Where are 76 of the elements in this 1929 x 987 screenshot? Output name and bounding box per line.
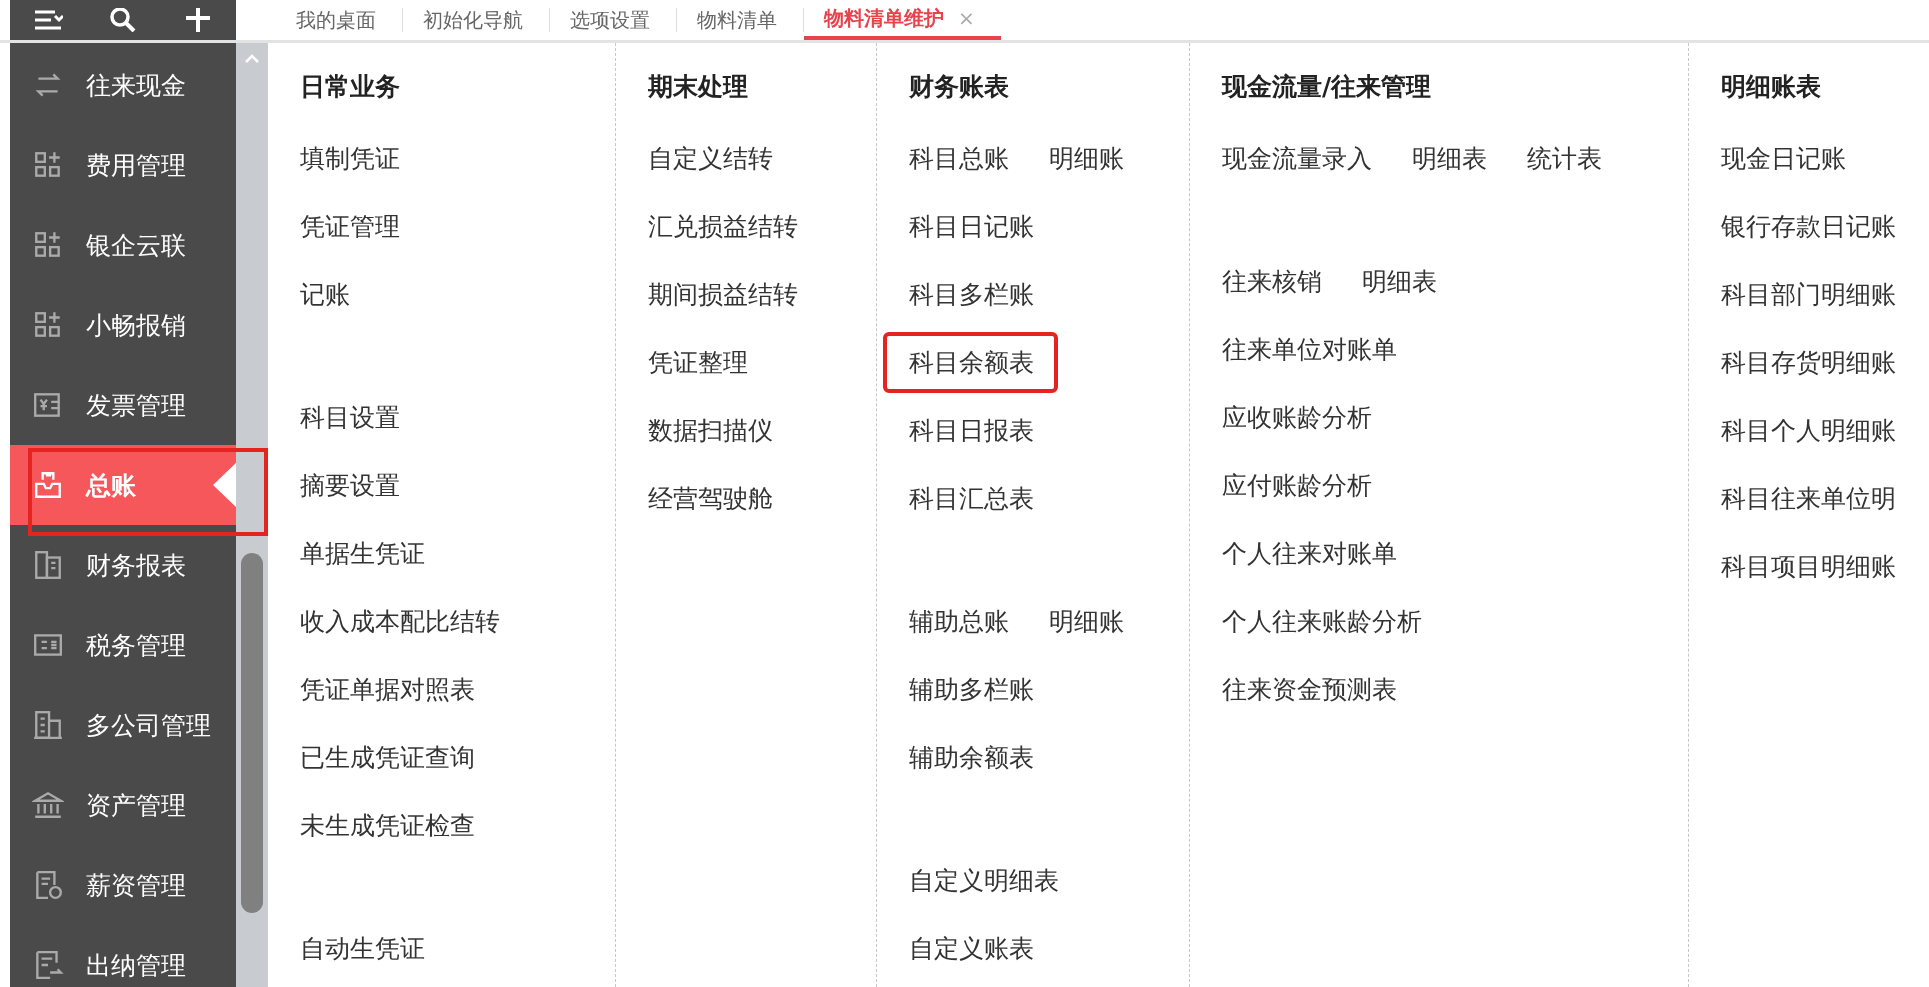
menu-link[interactable]: 数据扫描仪 [648,413,773,447]
sidebar-item[interactable]: 资产管理 [10,765,236,845]
menu-link[interactable]: 记账 [300,277,350,311]
menu-link[interactable]: 填制凭证 [300,141,400,175]
menu-link[interactable]: 自动生凭证 [300,931,425,965]
menu-link[interactable]: 自定义结转 [648,141,773,175]
menu-link[interactable]: 往来核销 [1222,264,1322,298]
menu-link[interactable]: 银行存款日记账 [1721,209,1896,243]
menu-link[interactable]: 凭证整理 [648,345,748,379]
menu-link[interactable]: 已生成凭证查询 [300,740,475,774]
menu-link[interactable]: 科目项目明细账 [1721,549,1896,583]
search-icon[interactable] [108,8,138,32]
sidebar-item[interactable]: 财务报表 [10,525,236,605]
menu-link[interactable]: 辅助多栏账 [909,672,1034,706]
menu-link[interactable]: 科目日报表 [909,413,1034,447]
sidebar-item[interactable]: 薪资管理 [10,845,236,925]
menu-icon[interactable] [32,8,63,32]
sidebar-item[interactable]: 往来现金 [10,45,236,125]
tab[interactable]: 物料清单 [677,0,803,40]
sidebar-item[interactable]: 税务管理 [10,605,236,685]
column-heading: 现金流量/往来管理 [1222,71,1433,103]
menu-link[interactable]: 经营驾驶舱 [648,481,773,515]
menu-link[interactable]: 明细账 [1049,604,1124,638]
sidebar-item[interactable]: 费用管理 [10,125,236,205]
menu-link[interactable]: 明细表 [1412,141,1487,175]
menu-link[interactable]: 往来资金预测表 [1222,672,1397,706]
tab[interactable]: 我的桌面 [276,0,402,40]
menu-link[interactable]: 摘要设置 [300,468,400,502]
menu-link[interactable]: 科目汇总表 [909,481,1034,515]
menu-link[interactable]: 收入成本配比结转 [300,604,500,638]
scrollbar-thumb[interactable] [241,553,263,913]
column-heading: 明细账表 [1721,71,1822,103]
menu-link[interactable]: 科目个人明细账 [1721,413,1896,447]
menu-link[interactable]: 应收账龄分析 [1222,400,1372,434]
menu-link[interactable]: 凭证单据对照表 [300,672,475,706]
sidebar-item[interactable]: 小畅报销 [10,285,236,365]
menu-link[interactable]: 统计表 [1527,141,1602,175]
column-heading: 期末处理 [648,71,749,103]
tray-icon [32,469,64,501]
menu-link[interactable]: 科目总账 [909,141,1009,175]
scrollbar[interactable] [236,43,268,987]
menu-link[interactable]: 科目多栏账 [909,277,1034,311]
tab[interactable]: 物料清单维护 × [804,0,1001,40]
sidebar-item[interactable]: 多公司管理 [10,685,236,765]
menu-link[interactable]: 自定义明细表 [909,863,1059,897]
column-heading: 日常业务 [300,71,401,103]
tab[interactable]: 初始化导航 [403,0,549,40]
bank-icon [32,789,64,821]
menu-link[interactable]: 明细表 [1362,264,1437,298]
building-icon [32,709,64,741]
menu-link[interactable]: 科目部门明细账 [1721,277,1896,311]
menu-link[interactable]: 辅助余额表 [909,740,1034,774]
menu-link[interactable]: 科目设置 [300,400,400,434]
menu-link[interactable]: 应付账龄分析 [1222,468,1372,502]
menu-link[interactable]: 凭证管理 [300,209,400,243]
menu-link[interactable]: 未生成凭证检查 [300,808,475,842]
sidebar-item[interactable]: 发票管理 [10,365,236,445]
sidebar-item[interactable]: 出纳管理 [10,925,236,987]
menu-link[interactable]: 往来单位对账单 [1222,332,1397,366]
column-heading: 财务账表 [909,71,1010,103]
menu-link[interactable]: 期间损益结转 [648,277,798,311]
sidebar-item[interactable]: 银企云联 [10,205,236,285]
menu-link[interactable]: 科目日记账 [909,209,1034,243]
menu-link[interactable]: 科目往来单位明 [1721,481,1896,515]
menu-link[interactable]: 现金日记账 [1721,141,1846,175]
menu-link[interactable]: 辅助总账 [909,604,1009,638]
menu-link[interactable]: 汇兑损益结转 [648,209,798,243]
menu-link[interactable]: 个人往来账龄分析 [1222,604,1422,638]
menu-link[interactable]: 科目存货明细账 [1721,345,1896,379]
tab[interactable]: 选项设置 [550,0,676,40]
report-icon [32,549,64,581]
menu-link[interactable]: 自定义账表 [909,931,1034,965]
menu-link[interactable]: 现金流量录入 [1222,141,1372,175]
menu-link[interactable]: 单据生凭证 [300,536,425,570]
menu-link[interactable]: 明细账 [1049,141,1124,175]
menu-link[interactable]: 个人往来对账单 [1222,536,1397,570]
